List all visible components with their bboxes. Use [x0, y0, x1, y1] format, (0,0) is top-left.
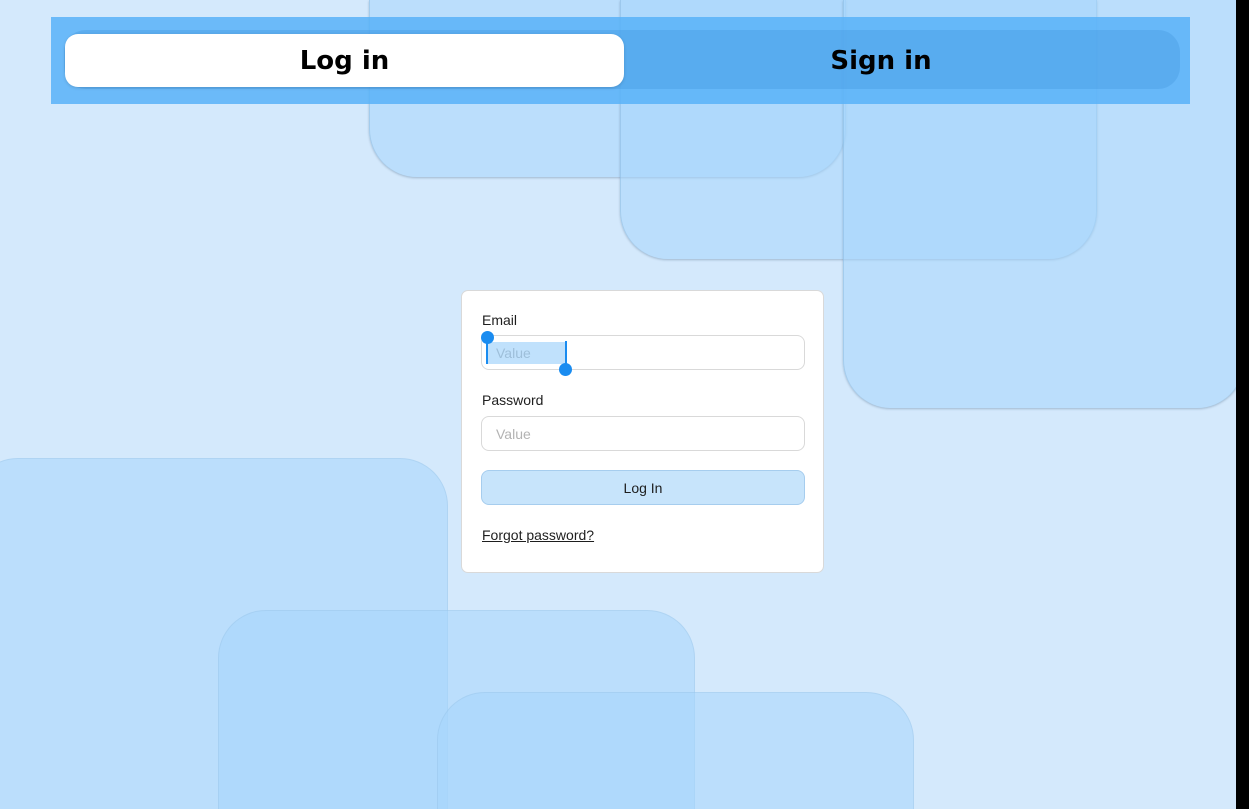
decor-panel-6	[437, 692, 914, 809]
login-card: Email Password Log In Forgot password?	[461, 290, 824, 573]
tab-log-in[interactable]: Log in	[65, 34, 624, 87]
log-in-button[interactable]: Log In	[481, 470, 805, 505]
password-label: Password	[482, 392, 544, 408]
email-label: Email	[482, 312, 518, 328]
tab-sign-in[interactable]: Sign in	[651, 34, 1111, 87]
auth-tab-bar: Log in Sign in	[51, 17, 1190, 104]
email-field[interactable]	[481, 335, 805, 370]
email-field-wrapper	[481, 331, 805, 376]
page-background: Log in Sign in Email Password Log In For…	[0, 0, 1236, 809]
forgot-password-link[interactable]: Forgot password?	[482, 527, 594, 543]
password-field[interactable]	[481, 416, 805, 451]
